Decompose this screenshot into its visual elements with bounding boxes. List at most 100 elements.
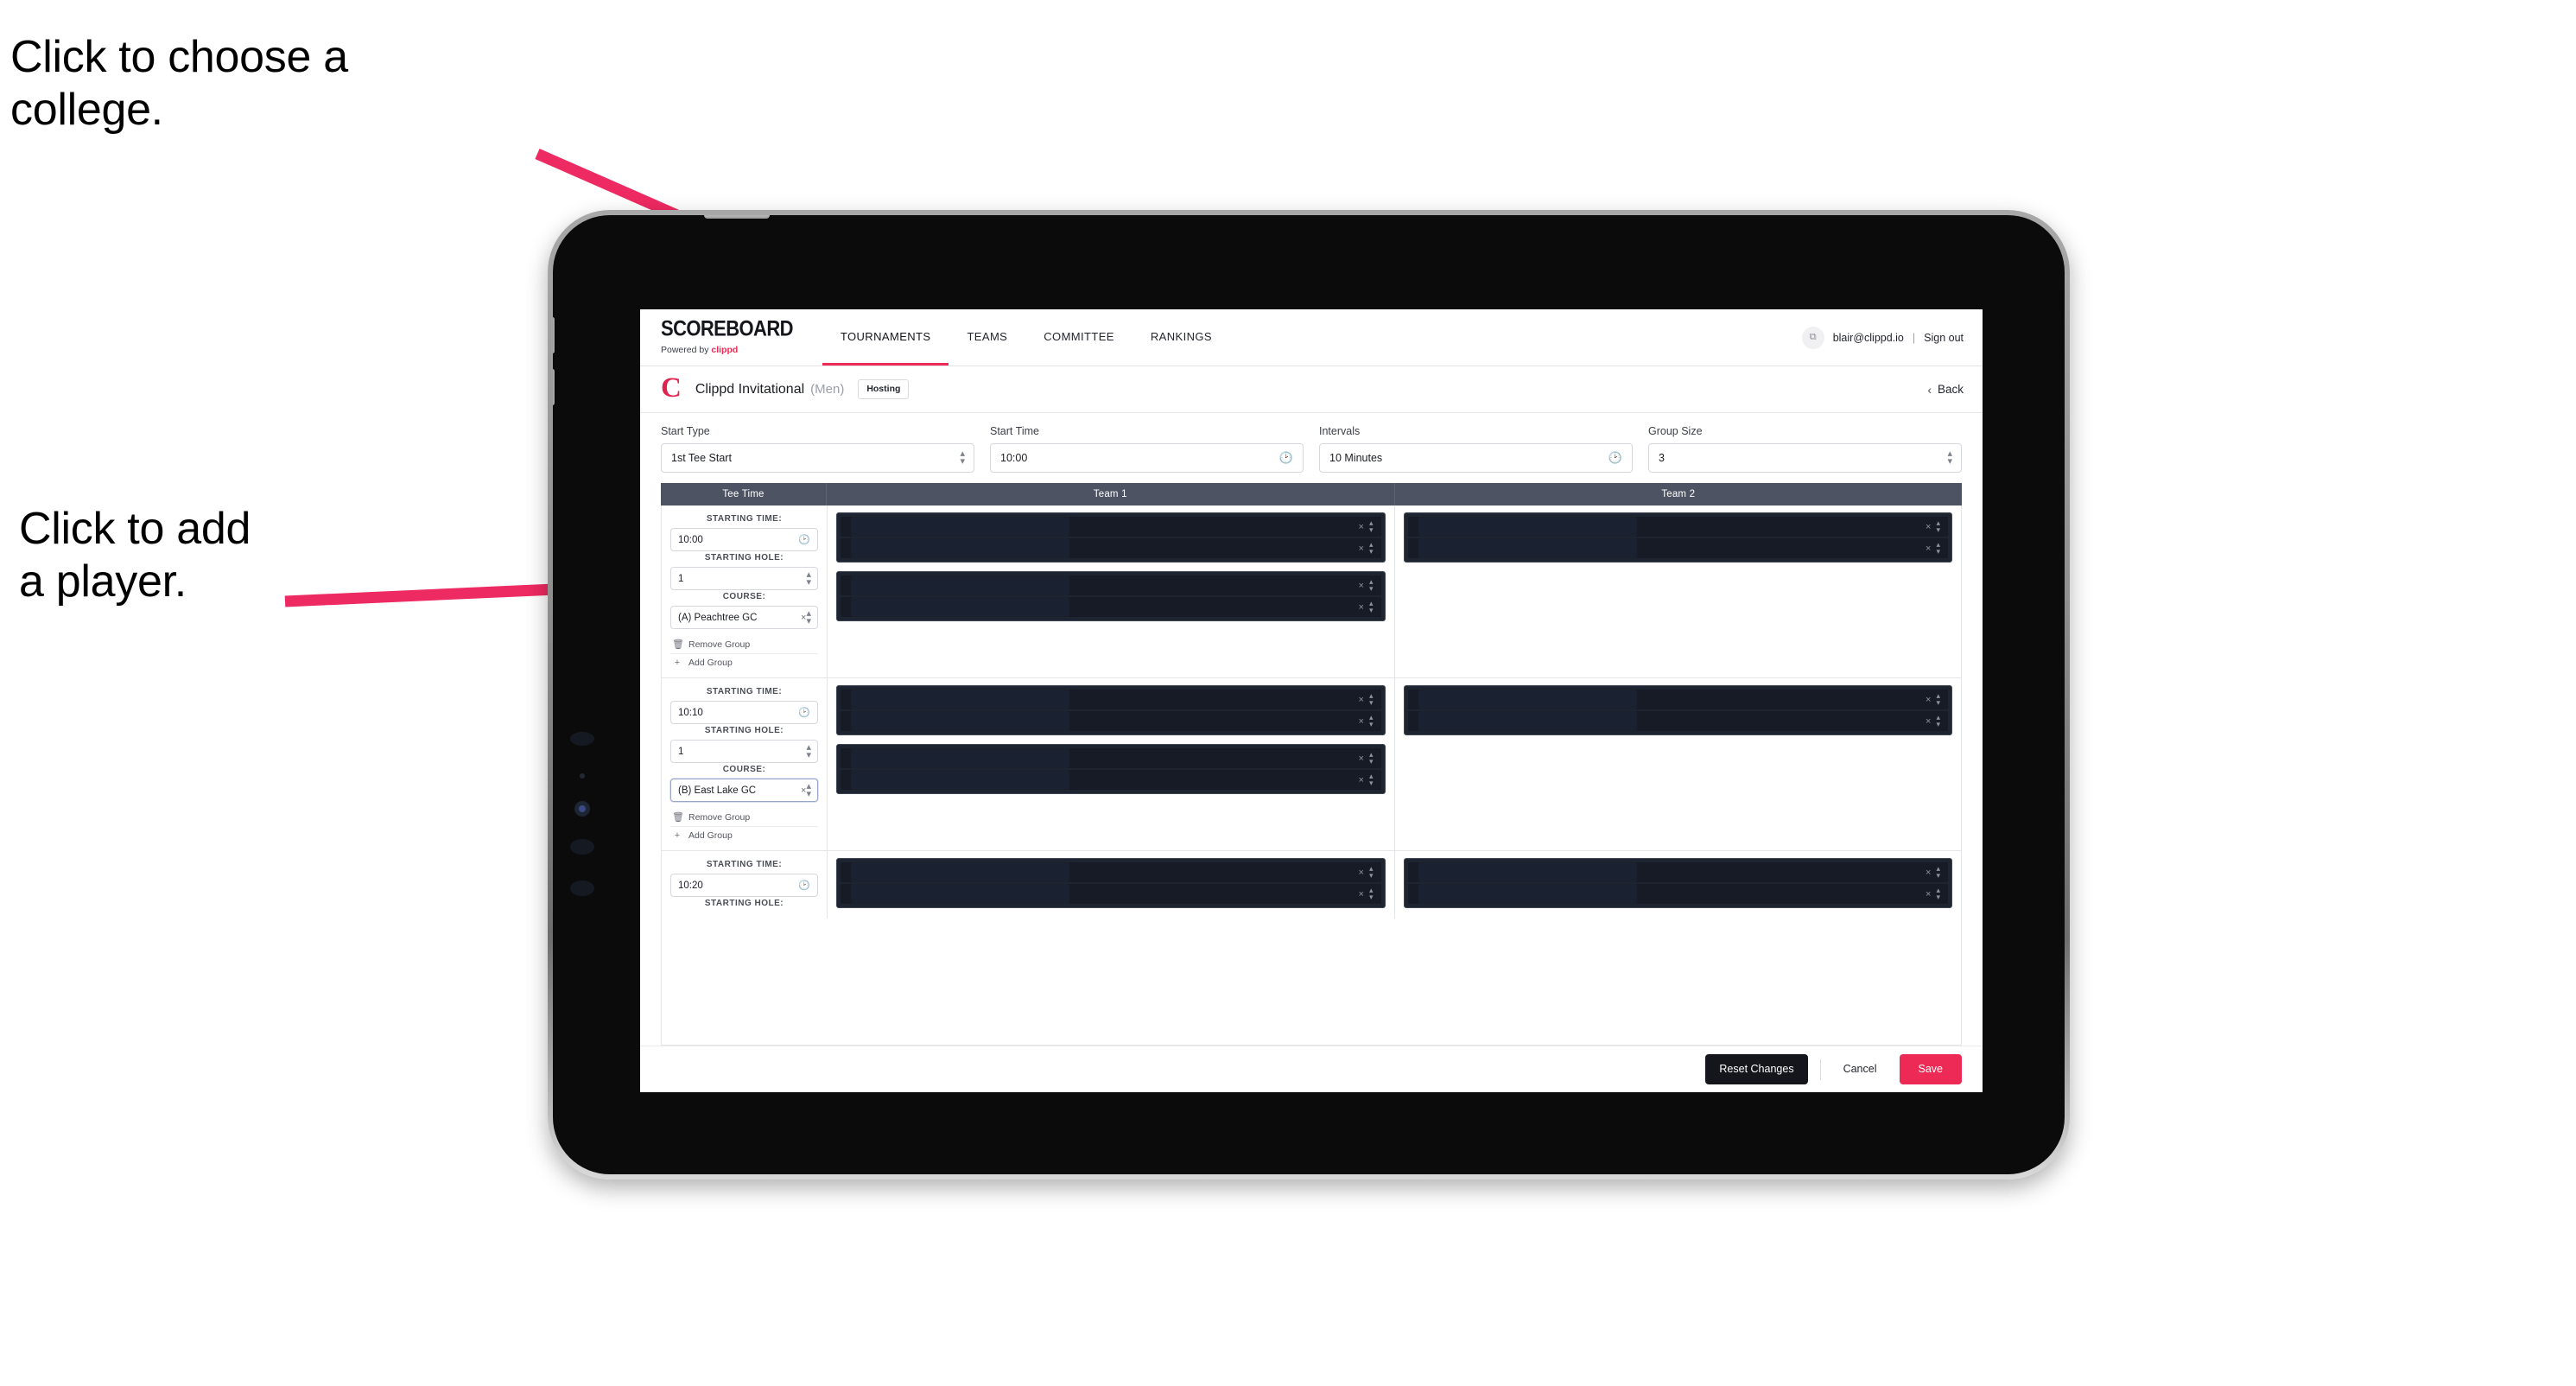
clear-icon[interactable]: × xyxy=(1926,716,1931,727)
brand-logo[interactable]: SCOREBOARD Powered by clippd xyxy=(661,309,822,366)
power-button[interactable] xyxy=(704,215,770,219)
clock-icon[interactable]: 🕑 xyxy=(798,534,810,545)
clock-icon[interactable]: 🕑 xyxy=(798,707,810,718)
stepper-icon[interactable]: ▴ ▾ xyxy=(1936,692,1939,706)
stepper-icon[interactable]: ▴ ▾ xyxy=(1369,541,1373,555)
start-time-input[interactable]: 10:00 🕑 xyxy=(990,443,1304,473)
add-group-button[interactable]: + Add Group xyxy=(670,827,818,844)
player-slot[interactable]: × ▴ ▾ xyxy=(1407,862,1948,882)
clear-icon[interactable]: × xyxy=(1926,522,1931,532)
clear-icon[interactable]: × xyxy=(1926,868,1931,878)
clock-icon[interactable]: 🕑 xyxy=(1279,451,1293,465)
player-slot[interactable]: × ▴ ▾ xyxy=(841,748,1381,768)
start-time-value: 10:00 xyxy=(1000,452,1028,464)
app-window: SCOREBOARD Powered by clippd TOURNAMENTS… xyxy=(640,309,1983,1092)
player-slot[interactable]: × ▴ ▾ xyxy=(1407,884,1948,904)
stepper-icon[interactable]: ▴ ▾ xyxy=(806,742,810,760)
stepper-icon[interactable]: ▴ ▾ xyxy=(1369,772,1373,786)
cancel-button[interactable]: Cancel xyxy=(1833,1054,1888,1084)
player-slot[interactable]: × ▴ ▾ xyxy=(841,711,1381,731)
course-select[interactable]: (B) East Lake GC × ▴ ▾ xyxy=(670,779,818,802)
control-start-time: Start Time 10:00 🕑 xyxy=(990,425,1304,473)
starting-hole-stepper[interactable]: 1 ▴ ▾ xyxy=(670,567,818,590)
clear-icon[interactable]: × xyxy=(1926,695,1931,705)
clear-icon[interactable]: × xyxy=(1926,544,1931,554)
player-name-redacted xyxy=(851,538,1070,558)
stepper-icon[interactable]: ▴ ▾ xyxy=(1936,887,1939,900)
starting-time-input[interactable]: 10:00 🕑 xyxy=(670,528,818,551)
starting-time-input[interactable]: 10:10 🕑 xyxy=(670,701,818,724)
stepper-icon[interactable]: ▴ ▾ xyxy=(1369,714,1373,728)
starting-hole-stepper[interactable]: 1 ▴ ▾ xyxy=(670,740,818,763)
group-size-stepper[interactable]: 3 ▴ ▾ xyxy=(1648,443,1962,473)
brand-sub-prefix: Powered by xyxy=(661,344,712,355)
stepper-icon-2[interactable]: ▴ ▾ xyxy=(1947,449,1951,467)
clear-icon[interactable]: × xyxy=(1359,775,1364,785)
clock-icon-2[interactable]: 🕑 xyxy=(1608,451,1622,465)
player-slot[interactable]: × ▴ ▾ xyxy=(1407,690,1948,709)
clear-icon[interactable]: × xyxy=(1926,889,1931,900)
clear-icon[interactable]: × xyxy=(1359,889,1364,900)
save-button[interactable]: Save xyxy=(1899,1054,1962,1084)
player-name-redacted xyxy=(1418,884,1637,904)
starting-time-input[interactable]: 10:20 🕑 xyxy=(670,874,818,897)
remove-group-label: Remove Group xyxy=(688,811,751,823)
stepper-icon[interactable]: ▴ ▾ xyxy=(1369,887,1373,900)
clear-icon[interactable]: × xyxy=(1359,716,1364,727)
player-slot[interactable]: × ▴ ▾ xyxy=(841,575,1381,595)
clear-icon[interactable]: × xyxy=(1359,753,1364,764)
table-row: STARTING TIME: 10:00 🕑 STARTING HOLE: 1 ▴ ▾ COU… xyxy=(662,505,1961,678)
tab-rankings[interactable]: RANKINGS xyxy=(1133,309,1230,366)
stepper-icon[interactable]: ▴ ▾ xyxy=(1936,519,1939,533)
start-type-select[interactable]: 1st Tee Start ▴ ▾ xyxy=(661,443,974,473)
label-start-type: Start Type xyxy=(661,425,710,437)
volume-down-button[interactable] xyxy=(553,369,555,405)
intervals-input[interactable]: 10 Minutes 🕑 xyxy=(1319,443,1633,473)
stepper-icon[interactable]: ▴ ▾ xyxy=(1369,751,1373,765)
stepper-icon[interactable]: ▴ ▾ xyxy=(1369,692,1373,706)
clear-icon[interactable]: × xyxy=(1359,695,1364,705)
tab-teams[interactable]: TEAMS xyxy=(949,309,1025,366)
player-slot[interactable]: × ▴ ▾ xyxy=(841,862,1381,882)
clear-icon[interactable]: × xyxy=(1359,581,1364,591)
player-slot[interactable]: × ▴ ▾ xyxy=(841,538,1381,558)
player-slot[interactable]: × ▴ ▾ xyxy=(841,770,1381,790)
player-slot[interactable]: × ▴ ▾ xyxy=(841,597,1381,617)
stepper-icon[interactable]: ▴ ▾ xyxy=(806,569,810,587)
tab-committee[interactable]: COMMITTEE xyxy=(1025,309,1133,366)
stepper-icon[interactable]: ▴ ▾ xyxy=(960,449,964,467)
clear-icon[interactable]: × xyxy=(1359,602,1364,613)
clock-icon[interactable]: 🕑 xyxy=(798,880,810,891)
player-slot[interactable]: × ▴ ▾ xyxy=(841,517,1381,537)
player-slot[interactable]: × ▴ ▾ xyxy=(1407,538,1948,558)
clear-icon[interactable]: × xyxy=(1359,544,1364,554)
stepper-icon[interactable]: ▴ ▾ xyxy=(1936,865,1939,879)
add-group-button[interactable]: + Add Group xyxy=(670,654,818,671)
stepper-icon[interactable]: ▴ ▾ xyxy=(1369,865,1373,879)
back-button[interactable]: ‹ Back xyxy=(1927,383,1964,397)
stepper-icon[interactable]: ▴ ▾ xyxy=(1936,714,1939,728)
reset-changes-button[interactable]: Reset Changes xyxy=(1705,1054,1808,1084)
stepper-icon[interactable]: ▴ ▾ xyxy=(1369,578,1373,592)
remove-group-button[interactable]: 🗑 Remove Group xyxy=(670,808,818,827)
control-group-size: Group Size 3 ▴ ▾ xyxy=(1648,425,1962,473)
stepper-icon[interactable]: ▴ ▾ xyxy=(806,781,810,798)
stepper-icon[interactable]: ▴ ▾ xyxy=(1369,519,1373,533)
clear-icon[interactable]: × xyxy=(1359,868,1364,878)
start-type-value: 1st Tee Start xyxy=(671,452,732,464)
avatar[interactable]: ⧉ xyxy=(1801,326,1824,349)
sign-out-link[interactable]: Sign out xyxy=(1924,332,1964,344)
stepper-icon[interactable]: ▴ ▾ xyxy=(1369,600,1373,614)
remove-group-button[interactable]: 🗑 Remove Group xyxy=(670,635,818,654)
course-select[interactable]: (A) Peachtree GC × ▴ ▾ xyxy=(670,606,818,629)
volume-up-button[interactable] xyxy=(553,317,555,353)
clear-icon[interactable]: × xyxy=(1359,522,1364,532)
tab-tournaments[interactable]: TOURNAMENTS xyxy=(822,309,949,366)
player-slot[interactable]: × ▴ ▾ xyxy=(841,884,1381,904)
stepper-icon[interactable]: ▴ ▾ xyxy=(1936,541,1939,555)
player-slot[interactable]: × ▴ ▾ xyxy=(841,690,1381,709)
stepper-icon[interactable]: ▴ ▾ xyxy=(806,608,810,626)
trash-icon: 🗑 xyxy=(672,639,684,650)
player-slot[interactable]: × ▴ ▾ xyxy=(1407,711,1948,731)
player-slot[interactable]: × ▴ ▾ xyxy=(1407,517,1948,537)
